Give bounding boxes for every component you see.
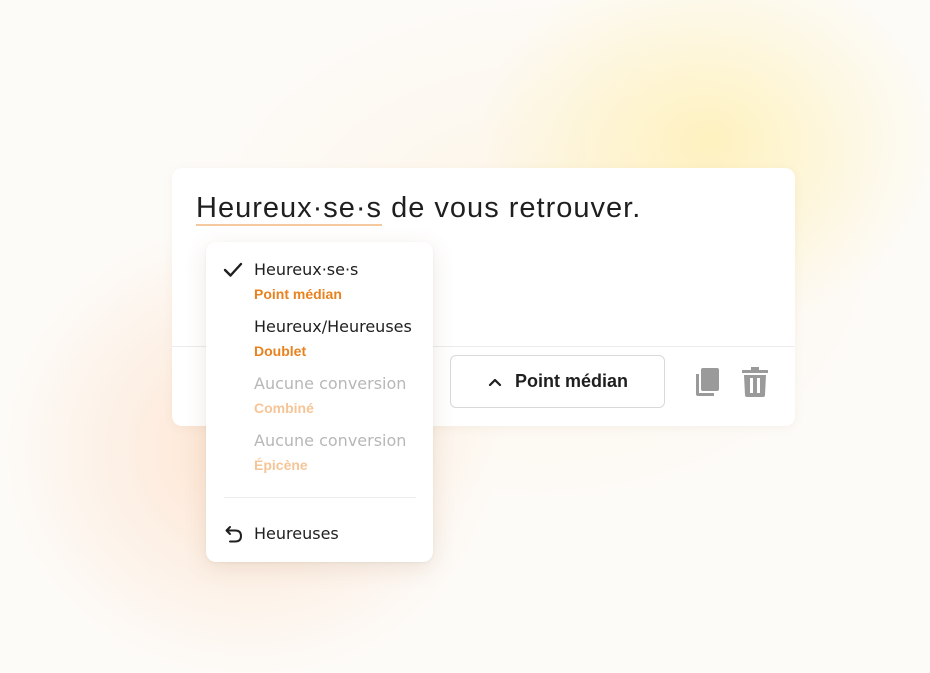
revert-label: Heureuses [254, 524, 339, 543]
option-main-label: Heureux/Heureuses [254, 317, 412, 336]
menu-divider [224, 497, 416, 498]
option-point-median[interactable]: Heureux·se·s Point médian [206, 242, 433, 302]
option-doublet[interactable]: Heureux/Heureuses Doublet [206, 299, 433, 359]
trash-icon [742, 367, 768, 397]
revert-option[interactable]: Heureuses [206, 512, 433, 558]
writing-mode-button[interactable]: Point médian [450, 355, 665, 408]
option-main-label: Aucune conversion [254, 374, 407, 393]
chevron-up-icon [488, 378, 502, 386]
undo-icon [225, 526, 243, 543]
delete-button[interactable] [740, 366, 770, 398]
flagged-word[interactable]: Heureux·se·s [196, 192, 383, 226]
option-epicene: Aucune conversion Épicène [206, 413, 433, 473]
option-sub-label: Épicène [254, 457, 308, 473]
sentence-rest: de vous retrouver. [382, 192, 642, 224]
writing-mode-label: Point médian [514, 371, 628, 391]
option-main-label: Heureux·se·s [254, 260, 359, 279]
editor-text[interactable]: Heureux·se·s de vous retrouver. [196, 190, 641, 226]
option-combine: Aucune conversion Combiné [206, 356, 433, 416]
check-icon [223, 262, 243, 277]
conversion-dropdown: Heureux·se·s Point médian Heureux/Heureu… [206, 242, 433, 562]
copy-icon [696, 368, 719, 396]
option-main-label: Aucune conversion [254, 431, 407, 450]
copy-button[interactable] [692, 366, 722, 398]
